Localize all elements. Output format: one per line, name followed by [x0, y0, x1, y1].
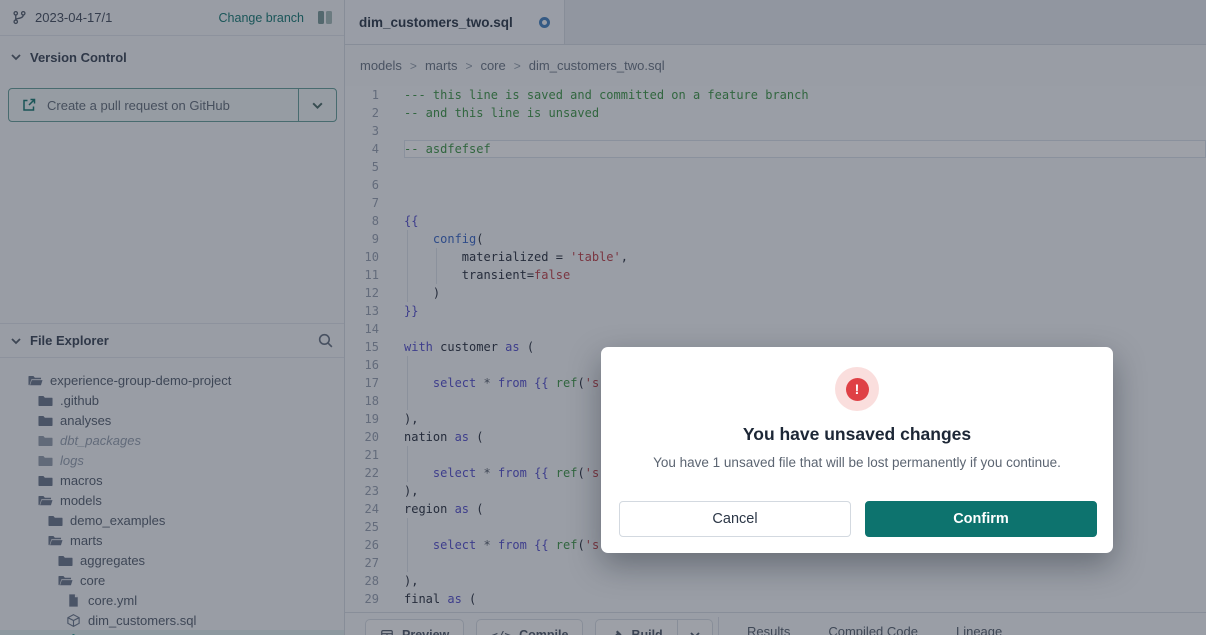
unsaved-changes-modal: ! You have unsaved changes You have 1 un…	[601, 347, 1113, 553]
exclamation-icon: !	[846, 378, 869, 401]
modal-body-text: You have 1 unsaved file that will be los…	[601, 455, 1113, 470]
dbt-ide-app: 2023-04-17/1 Change branch Version Contr…	[0, 0, 1206, 635]
error-icon: !	[835, 367, 879, 411]
cancel-button[interactable]: Cancel	[619, 501, 851, 537]
modal-title: You have unsaved changes	[601, 424, 1113, 445]
confirm-button[interactable]: Confirm	[865, 501, 1097, 537]
modal-actions: Cancel Confirm	[619, 501, 1097, 537]
